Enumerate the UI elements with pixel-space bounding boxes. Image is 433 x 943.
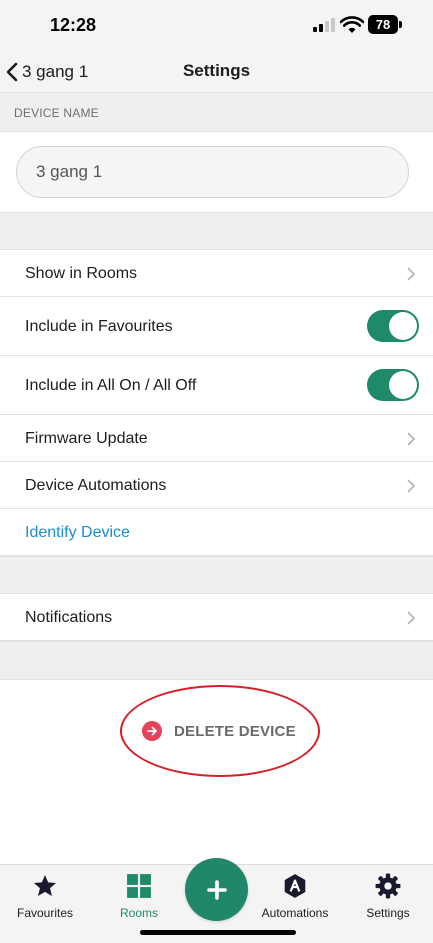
include-favourites-row: Include in Favourites: [0, 297, 433, 356]
firmware-update-row[interactable]: Firmware Update: [0, 415, 433, 462]
identify-device-row[interactable]: Identify Device: [0, 509, 433, 556]
delete-device-label: DELETE DEVICE: [174, 722, 296, 740]
add-button[interactable]: [185, 858, 248, 921]
include-favourites-label: Include in Favourites: [25, 318, 173, 335]
identify-device-link[interactable]: Identify Device: [25, 524, 130, 542]
tab-rooms[interactable]: Rooms: [94, 869, 184, 921]
device-name-area: [0, 132, 433, 212]
include-all-on-off-toggle[interactable]: [367, 369, 419, 401]
gear-icon: [375, 873, 401, 899]
group-separator: [0, 212, 433, 250]
tab-label: Rooms: [119, 906, 158, 920]
chevron-right-icon: [407, 432, 416, 446]
nav-bar: 3 gang 1 Settings: [0, 52, 433, 92]
tab-label: Favourites: [16, 906, 74, 920]
tab-label: Settings: [366, 906, 410, 920]
cellular-signal-icon: [313, 18, 335, 32]
device-automations-row[interactable]: Device Automations: [0, 462, 433, 509]
chevron-right-icon: [407, 611, 416, 625]
battery-indicator: 78: [368, 15, 398, 34]
toggle-knob: [389, 312, 417, 340]
group-separator: [0, 641, 433, 680]
show-in-rooms-row[interactable]: Show in Rooms: [0, 250, 433, 297]
group-separator: [0, 556, 433, 594]
notifications-row[interactable]: Notifications: [0, 594, 433, 641]
arrow-right-circle-icon: [142, 721, 162, 741]
show-in-rooms-label: Show in Rooms: [25, 265, 138, 282]
home-indicator: [140, 930, 296, 935]
notifications-label: Notifications: [25, 609, 113, 626]
wifi-icon: [340, 16, 364, 33]
page-title: Settings: [182, 61, 251, 80]
delete-device-button[interactable]: DELETE DEVICE: [142, 718, 296, 744]
include-all-on-off-row: Include in All On / All Off: [0, 356, 433, 415]
firmware-update-label: Firmware Update: [25, 430, 148, 447]
tab-automations[interactable]: Automations: [250, 869, 340, 921]
device-name-input[interactable]: [16, 146, 409, 198]
include-favourites-toggle[interactable]: [367, 310, 419, 342]
tab-settings[interactable]: Settings: [343, 869, 433, 921]
chevron-right-icon: [407, 267, 416, 281]
chevron-right-icon: [407, 479, 416, 493]
tab-label: Automations: [261, 906, 329, 920]
status-time: 12:28: [50, 15, 97, 35]
device-name-section-header: DEVICE NAME: [0, 92, 433, 132]
star-icon: [33, 874, 57, 896]
plus-icon: [206, 879, 227, 900]
device-name-section-label: DEVICE NAME: [14, 106, 99, 120]
include-all-on-off-label: Include in All On / All Off: [25, 377, 197, 394]
battery-tip: [399, 21, 402, 28]
toggle-knob: [389, 371, 417, 399]
device-automations-label: Device Automations: [25, 477, 167, 494]
automation-icon: [284, 874, 306, 898]
grid-icon: [127, 874, 151, 898]
status-bar: 12:28 78: [0, 0, 433, 52]
tab-favourites[interactable]: Favourites: [0, 869, 90, 921]
